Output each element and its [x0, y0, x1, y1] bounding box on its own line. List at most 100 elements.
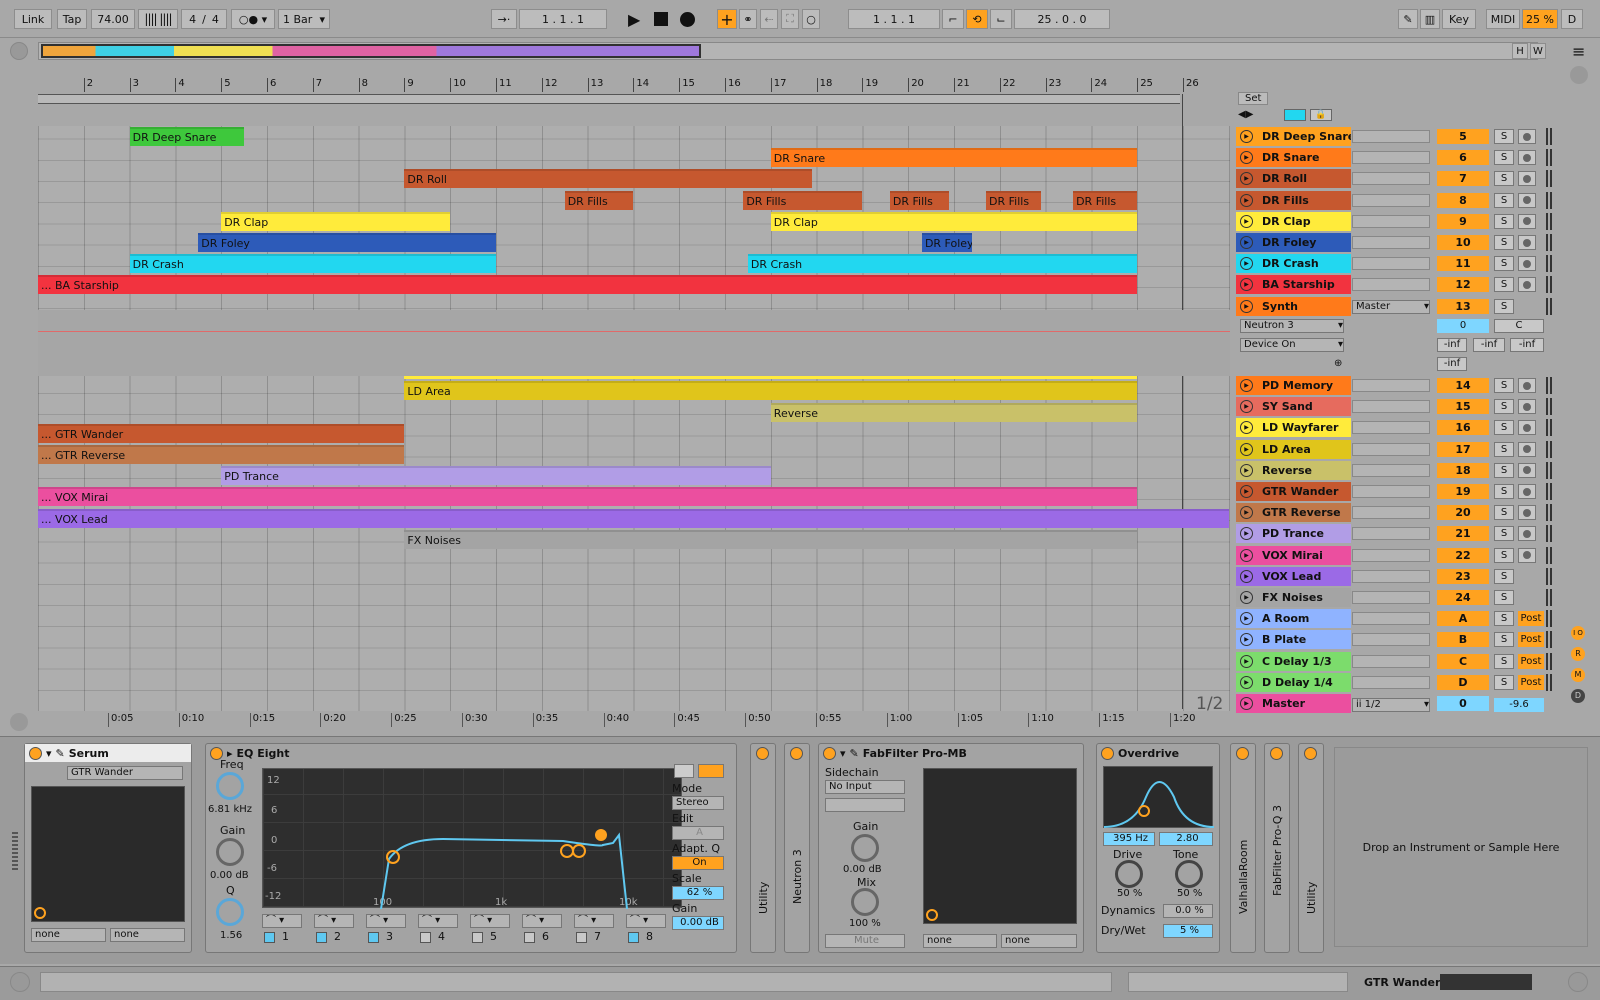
loop-start-field[interactable]: 1 . 1 . 1: [848, 9, 940, 29]
eq-band-type-select[interactable]: ⌒ ▾: [470, 914, 510, 928]
synth-send-d[interactable]: -inf: [1437, 357, 1467, 371]
eq-edit-field[interactable]: A: [672, 826, 724, 840]
eq-band-toggle[interactable]: [472, 932, 483, 943]
track-header[interactable]: ▶ DR Crash: [1236, 254, 1351, 274]
overdrive-drywet-field[interactable]: 5 %: [1163, 924, 1213, 938]
fabmb-mix-knob[interactable]: [851, 888, 879, 916]
arrangement-clip[interactable]: DR Fills: [1073, 190, 1138, 210]
arrangement-clip[interactable]: DR Deep Snare: [129, 127, 245, 146]
overdrive-drive-knob[interactable]: [1115, 860, 1143, 888]
track-header[interactable]: ▶ Synth: [1236, 296, 1351, 316]
track-play-icon[interactable]: ▶: [1240, 236, 1253, 249]
track-play-icon[interactable]: ▶: [1240, 654, 1253, 668]
track-header[interactable]: ▶ LD Area: [1236, 439, 1351, 459]
solo-button[interactable]: S: [1494, 484, 1514, 499]
arrangement-clip[interactable]: ... VOX Mirai: [38, 487, 1138, 507]
eq-mode-select[interactable]: Stereo: [672, 796, 724, 810]
arm-button[interactable]: [1518, 192, 1536, 208]
solo-button[interactable]: S: [1494, 653, 1514, 669]
chevron-down-icon[interactable]: ▾: [46, 747, 52, 760]
eq-band-type-select[interactable]: ⌒ ▾: [522, 914, 562, 928]
track-activator[interactable]: 6: [1437, 150, 1489, 166]
device-drop-area[interactable]: Drop an Instrument or Sample Here: [1334, 747, 1588, 947]
track-activator[interactable]: 7: [1437, 171, 1489, 187]
utility-device-1[interactable]: Utility: [750, 743, 776, 953]
solo-button[interactable]: S: [1494, 674, 1514, 690]
track-activator[interactable]: 12: [1437, 277, 1489, 293]
eq-band-type-select[interactable]: ⌒ ▾: [262, 914, 302, 928]
solo-button[interactable]: S: [1494, 171, 1514, 187]
arrangement-clip[interactable]: PD Trance: [221, 466, 771, 486]
lock-icon[interactable]: 🔒: [1310, 109, 1332, 121]
eq-band-toggle[interactable]: [420, 932, 431, 943]
menu-icon[interactable]: ≡: [1572, 42, 1585, 61]
arrangement-clip[interactable]: FX Noises: [404, 529, 1138, 549]
solo-button[interactable]: S: [1494, 298, 1514, 314]
arm-button[interactable]: [1518, 235, 1536, 250]
track-io-field[interactable]: [1352, 506, 1430, 520]
device-chain-grip[interactable]: [12, 830, 18, 870]
track-activator[interactable]: 18: [1437, 462, 1489, 478]
arm-button[interactable]: [1518, 171, 1536, 187]
track-activator[interactable]: 0: [1437, 696, 1489, 711]
arrangement-clip[interactable]: DR Clap: [770, 211, 1138, 231]
eq-band-type-select[interactable]: ⌒ ▾: [574, 914, 614, 928]
track-header[interactable]: ▶ DR Foley: [1236, 233, 1351, 252]
eq-gain-knob[interactable]: [216, 838, 244, 866]
send-post-button[interactable]: Post: [1518, 632, 1544, 648]
solo-button[interactable]: S: [1494, 568, 1514, 584]
track-io-field[interactable]: [1352, 485, 1430, 498]
track-header[interactable]: ▶ VOX Mirai: [1236, 545, 1351, 565]
fold-tracks-button[interactable]: [1284, 109, 1306, 121]
track-play-icon[interactable]: ▶: [1240, 421, 1253, 435]
link-button[interactable]: Link: [14, 9, 52, 29]
solo-button[interactable]: S: [1494, 256, 1514, 272]
arm-button[interactable]: [1518, 505, 1536, 521]
solo-button[interactable]: S: [1494, 277, 1514, 293]
overdrive-display[interactable]: [1103, 766, 1215, 828]
arrangement-bottom-icon[interactable]: [10, 713, 28, 731]
serum-device[interactable]: ▾ ✎ Serum GTR Wander none none: [24, 743, 192, 953]
arrangement-clip[interactable]: DR Fills: [564, 190, 634, 210]
track-io-field[interactable]: [1352, 278, 1430, 292]
track-io-field[interactable]: [1352, 654, 1430, 668]
eq-band-type-select[interactable]: ⌒ ▾: [626, 914, 666, 928]
arrangement-clip[interactable]: DR Crash: [129, 254, 496, 274]
track-header[interactable]: ▶ PD Memory: [1236, 376, 1351, 395]
overdrive-width-field[interactable]: 2.80: [1159, 832, 1213, 846]
track-io-field[interactable]: [1352, 130, 1430, 143]
synth-volume-field[interactable]: 0: [1437, 319, 1489, 333]
track-activator[interactable]: 15: [1437, 399, 1489, 415]
serum-display[interactable]: [31, 786, 185, 922]
track-io-field[interactable]: [1352, 257, 1430, 271]
track-play-icon[interactable]: ▶: [1240, 463, 1253, 477]
arrangement-clip[interactable]: DR Roll: [404, 169, 812, 189]
track-header[interactable]: ▶ Master: [1236, 694, 1351, 713]
neutron-device[interactable]: Neutron 3: [784, 743, 810, 953]
track-activator[interactable]: 20: [1437, 505, 1489, 521]
device-on-icon[interactable]: [1304, 747, 1317, 760]
solo-button[interactable]: S: [1494, 526, 1514, 542]
device-on-icon[interactable]: [790, 747, 803, 760]
arrangement-clip[interactable]: DR Crash: [747, 254, 1138, 274]
arm-button[interactable]: [1518, 420, 1536, 436]
solo-button[interactable]: S: [1494, 192, 1514, 208]
device-on-icon[interactable]: [1236, 747, 1249, 760]
overdrive-freq-field[interactable]: 395 Hz: [1103, 832, 1155, 846]
capture-button[interactable]: ⛶: [781, 9, 799, 29]
fabmb-sidechain-select[interactable]: No Input: [825, 780, 905, 794]
track-play-icon[interactable]: ▶: [1240, 569, 1253, 583]
synth-output-select[interactable]: Master ▾: [1352, 300, 1430, 314]
track-io-field[interactable]: [1352, 379, 1430, 392]
track-activator[interactable]: 8: [1437, 192, 1489, 208]
arm-button[interactable]: [1518, 378, 1536, 393]
chevron-down-icon[interactable]: ▾: [840, 747, 846, 760]
track-header[interactable]: ▶ B Plate: [1236, 630, 1351, 650]
follow-button[interactable]: →·: [491, 9, 517, 29]
fabmb-input-1[interactable]: none: [923, 934, 997, 948]
solo-button[interactable]: S: [1494, 547, 1514, 563]
track-activator[interactable]: 11: [1437, 256, 1489, 272]
time-signature-field[interactable]: 4 / 4: [181, 9, 227, 29]
track-io-field[interactable]: [1352, 591, 1430, 604]
xy-handle-icon[interactable]: [926, 909, 938, 921]
